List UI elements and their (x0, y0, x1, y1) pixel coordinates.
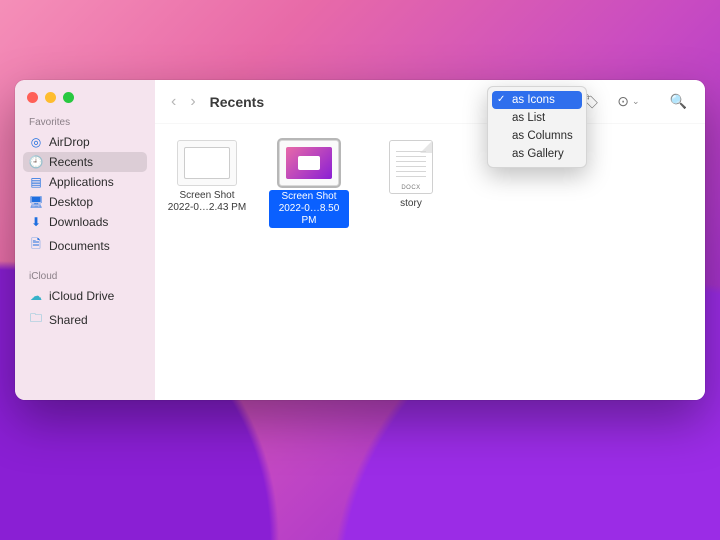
ellipsis-circle-icon: ⊙ (617, 93, 629, 110)
sidebar-item-label: Documents (49, 239, 110, 253)
airdrop-icon: ◎ (29, 135, 43, 149)
sidebar-item-label: iCloud Drive (49, 289, 114, 303)
sidebar-item-recents[interactable]: 🕘 Recents (23, 152, 147, 172)
file-item[interactable]: Screen Shot2022-0…2.43 PM (167, 140, 247, 214)
search-button[interactable]: 🔍 (664, 91, 693, 112)
view-as-columns[interactable]: as Columns (492, 127, 582, 145)
documents-icon: 🗎 (29, 235, 43, 256)
sidebar: Favorites ◎ AirDrop 🕘 Recents ▤ Applicat… (15, 80, 155, 400)
view-as-list[interactable]: as List (492, 109, 582, 127)
more-button[interactable]: ⊙⌄ (611, 91, 645, 112)
file-item[interactable]: DOCX story (371, 140, 451, 210)
back-button[interactable]: ‹ (167, 93, 180, 111)
file-thumbnail (177, 140, 237, 186)
sidebar-item-airdrop[interactable]: ◎ AirDrop (23, 132, 147, 152)
minimize-window-button[interactable] (45, 92, 56, 103)
forward-button[interactable]: › (186, 93, 199, 111)
sidebar-item-downloads[interactable]: ⬇ Downloads (23, 212, 147, 232)
apps-icon: ▤ (29, 175, 43, 189)
zoom-window-button[interactable] (63, 92, 74, 103)
sidebar-section-favorites: Favorites (23, 113, 147, 132)
sidebar-item-shared[interactable]: 🗀 Shared (23, 306, 147, 333)
location-title: Recents (210, 94, 264, 110)
view-as-gallery[interactable]: as Gallery (492, 145, 582, 163)
sidebar-item-documents[interactable]: 🗎 Documents (23, 232, 147, 259)
close-window-button[interactable] (27, 92, 38, 103)
sidebar-item-label: Applications (49, 175, 114, 189)
view-as-icons[interactable]: as Icons (492, 91, 582, 109)
file-thumbnail (279, 140, 339, 186)
sidebar-item-desktop[interactable]: 🖥 Desktop (23, 192, 147, 212)
sidebar-item-label: Desktop (49, 195, 93, 209)
search-icon: 🔍 (670, 93, 687, 110)
chevron-down-icon: ⌄ (632, 96, 640, 107)
file-name: Screen Shot2022-0…2.43 PM (168, 190, 246, 214)
file-thumbnail: DOCX (389, 140, 433, 194)
view-mode-menu: as Icons as List as Columns as Gallery (487, 86, 587, 168)
cloud-icon: ☁ (29, 289, 43, 303)
main-panel: ‹ › Recents ▦⌄ ⇪ 🏷 ⊙⌄ 🔍 Screen Shot (155, 80, 705, 400)
sidebar-item-applications[interactable]: ▤ Applications (23, 172, 147, 192)
sidebar-section-icloud: iCloud (23, 267, 147, 286)
desktop-icon: 🖥 (29, 195, 43, 209)
sidebar-item-label: AirDrop (49, 135, 90, 149)
sidebar-item-label: Shared (49, 313, 88, 327)
toolbar: ‹ › Recents ▦⌄ ⇪ 🏷 ⊙⌄ 🔍 (155, 80, 705, 124)
file-name: Screen Shot2022-0…8.50 PM (269, 190, 349, 228)
file-item[interactable]: Screen Shot2022-0…8.50 PM (269, 140, 349, 228)
window-controls (23, 88, 147, 113)
downloads-icon: ⬇ (29, 215, 43, 229)
finder-window: Favorites ◎ AirDrop 🕘 Recents ▤ Applicat… (15, 80, 705, 400)
sidebar-item-icloud-drive[interactable]: ☁ iCloud Drive (23, 286, 147, 306)
file-name: story (400, 198, 422, 210)
sidebar-item-label: Downloads (49, 215, 108, 229)
shared-folder-icon: 🗀 (29, 309, 43, 330)
desktop-wallpaper: Favorites ◎ AirDrop 🕘 Recents ▤ Applicat… (0, 0, 720, 540)
clock-icon: 🕘 (29, 155, 43, 169)
file-grid: Screen Shot2022-0…2.43 PM Screen Shot202… (155, 124, 705, 400)
sidebar-item-label: Recents (49, 155, 93, 169)
